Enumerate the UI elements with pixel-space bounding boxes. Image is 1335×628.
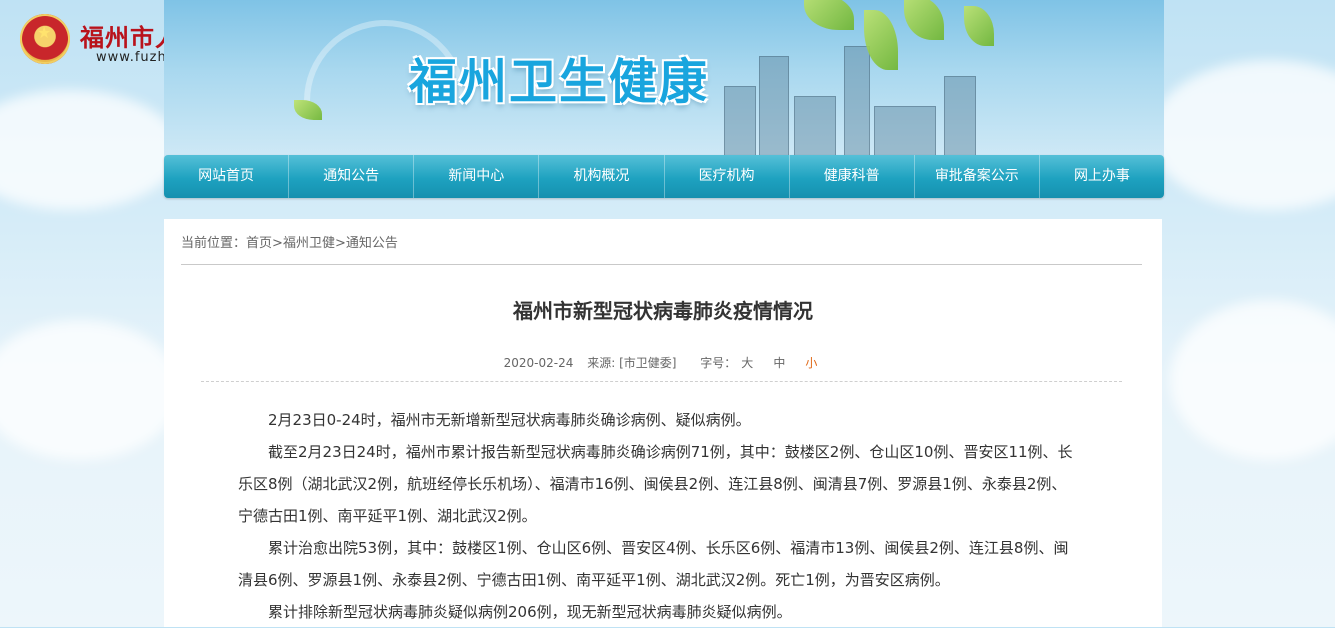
leaf-decoration: [804, 0, 854, 30]
nav-item-home[interactable]: 网站首页: [164, 155, 290, 198]
publish-date: 2020-02-24: [503, 356, 574, 370]
divider: [181, 264, 1142, 265]
article-title: 福州市新型冠状病毒肺炎疫情情况: [513, 299, 813, 323]
article-paragraph: 累计治愈出院53例，其中：鼓楼区1例、仓山区6例、晋安区4例、长乐区6例、福清市…: [238, 539, 1069, 589]
font-size-large-button[interactable]: 大: [741, 356, 753, 370]
building-decoration: [724, 86, 756, 158]
nav-item-notices[interactable]: 通知公告: [289, 155, 415, 198]
main-nav: 网站首页 通知公告 新闻中心 机构概况 医疗机构 健康科普 审批备案公示 网上办…: [164, 155, 1164, 198]
nav-item-approval-publicity[interactable]: 审批备案公示: [915, 155, 1040, 198]
breadcrumb-separator: >: [272, 236, 283, 251]
nav-item-health-science[interactable]: 健康科普: [790, 155, 915, 198]
background-cloud: [1170, 300, 1335, 460]
nav-item-online-services[interactable]: 网上办事: [1040, 155, 1164, 198]
article-source: 来源: [市卫健委]: [587, 356, 677, 370]
breadcrumb-separator: >: [334, 236, 346, 251]
building-decoration: [944, 76, 976, 158]
article-meta: 2020-02-24 来源: [市卫健委] 字号： 大 中 小: [164, 354, 1162, 371]
background-cloud: [0, 320, 180, 460]
breadcrumb-prefix: 当前位置：: [181, 236, 247, 251]
site-title: 福州卫生健康: [409, 54, 710, 110]
font-size-medium-button[interactable]: 中: [773, 356, 785, 370]
leaf-decoration: [964, 6, 994, 46]
national-emblem-logo[interactable]: ★: [20, 14, 70, 64]
background-cloud: [0, 90, 180, 210]
star-icon: ★: [37, 23, 52, 42]
background-cloud: [1150, 60, 1335, 210]
nav-item-news[interactable]: 新闻中心: [414, 155, 540, 198]
leaf-decoration: [904, 0, 944, 40]
article-body: 2月23日0-24时，福州市无新增新型冠状病毒肺炎确诊病例、疑似病例。 截至2月…: [238, 404, 1078, 628]
nav-item-medical-institutions[interactable]: 医疗机构: [665, 155, 790, 198]
divider-dashed: [201, 381, 1122, 382]
breadcrumb-section-link[interactable]: 福州卫健: [283, 236, 335, 251]
article-paragraph: 2月23日0-24时，福州市无新增新型冠状病毒肺炎确诊病例、疑似病例。: [268, 411, 751, 429]
content-panel: 当前位置：首页>福州卫健>通知公告 福州市新型冠状病毒肺炎疫情情况 2020-0…: [164, 219, 1162, 627]
building-decoration: [794, 96, 836, 158]
article-paragraph: 累计排除新型冠状病毒肺炎疑似病例206例，现无新型冠状病毒肺炎疑似病例。: [268, 603, 792, 621]
font-size-label: 字号：: [700, 356, 737, 370]
building-decoration: [844, 46, 870, 158]
breadcrumb: 当前位置：首页>福州卫健>通知公告: [181, 232, 398, 251]
site-banner: 福州卫生健康: [164, 0, 1164, 158]
breadcrumb-page-link[interactable]: 通知公告: [346, 236, 398, 251]
building-decoration: [874, 106, 936, 158]
font-size-small-button[interactable]: 小: [805, 356, 817, 370]
breadcrumb-home-link[interactable]: 首页: [246, 236, 272, 251]
building-decoration: [759, 56, 789, 158]
article-paragraph: 截至2月23日24时，福州市累计报告新型冠状病毒肺炎确诊病例71例，其中：鼓楼区…: [238, 443, 1073, 525]
nav-item-organization[interactable]: 机构概况: [539, 155, 665, 198]
